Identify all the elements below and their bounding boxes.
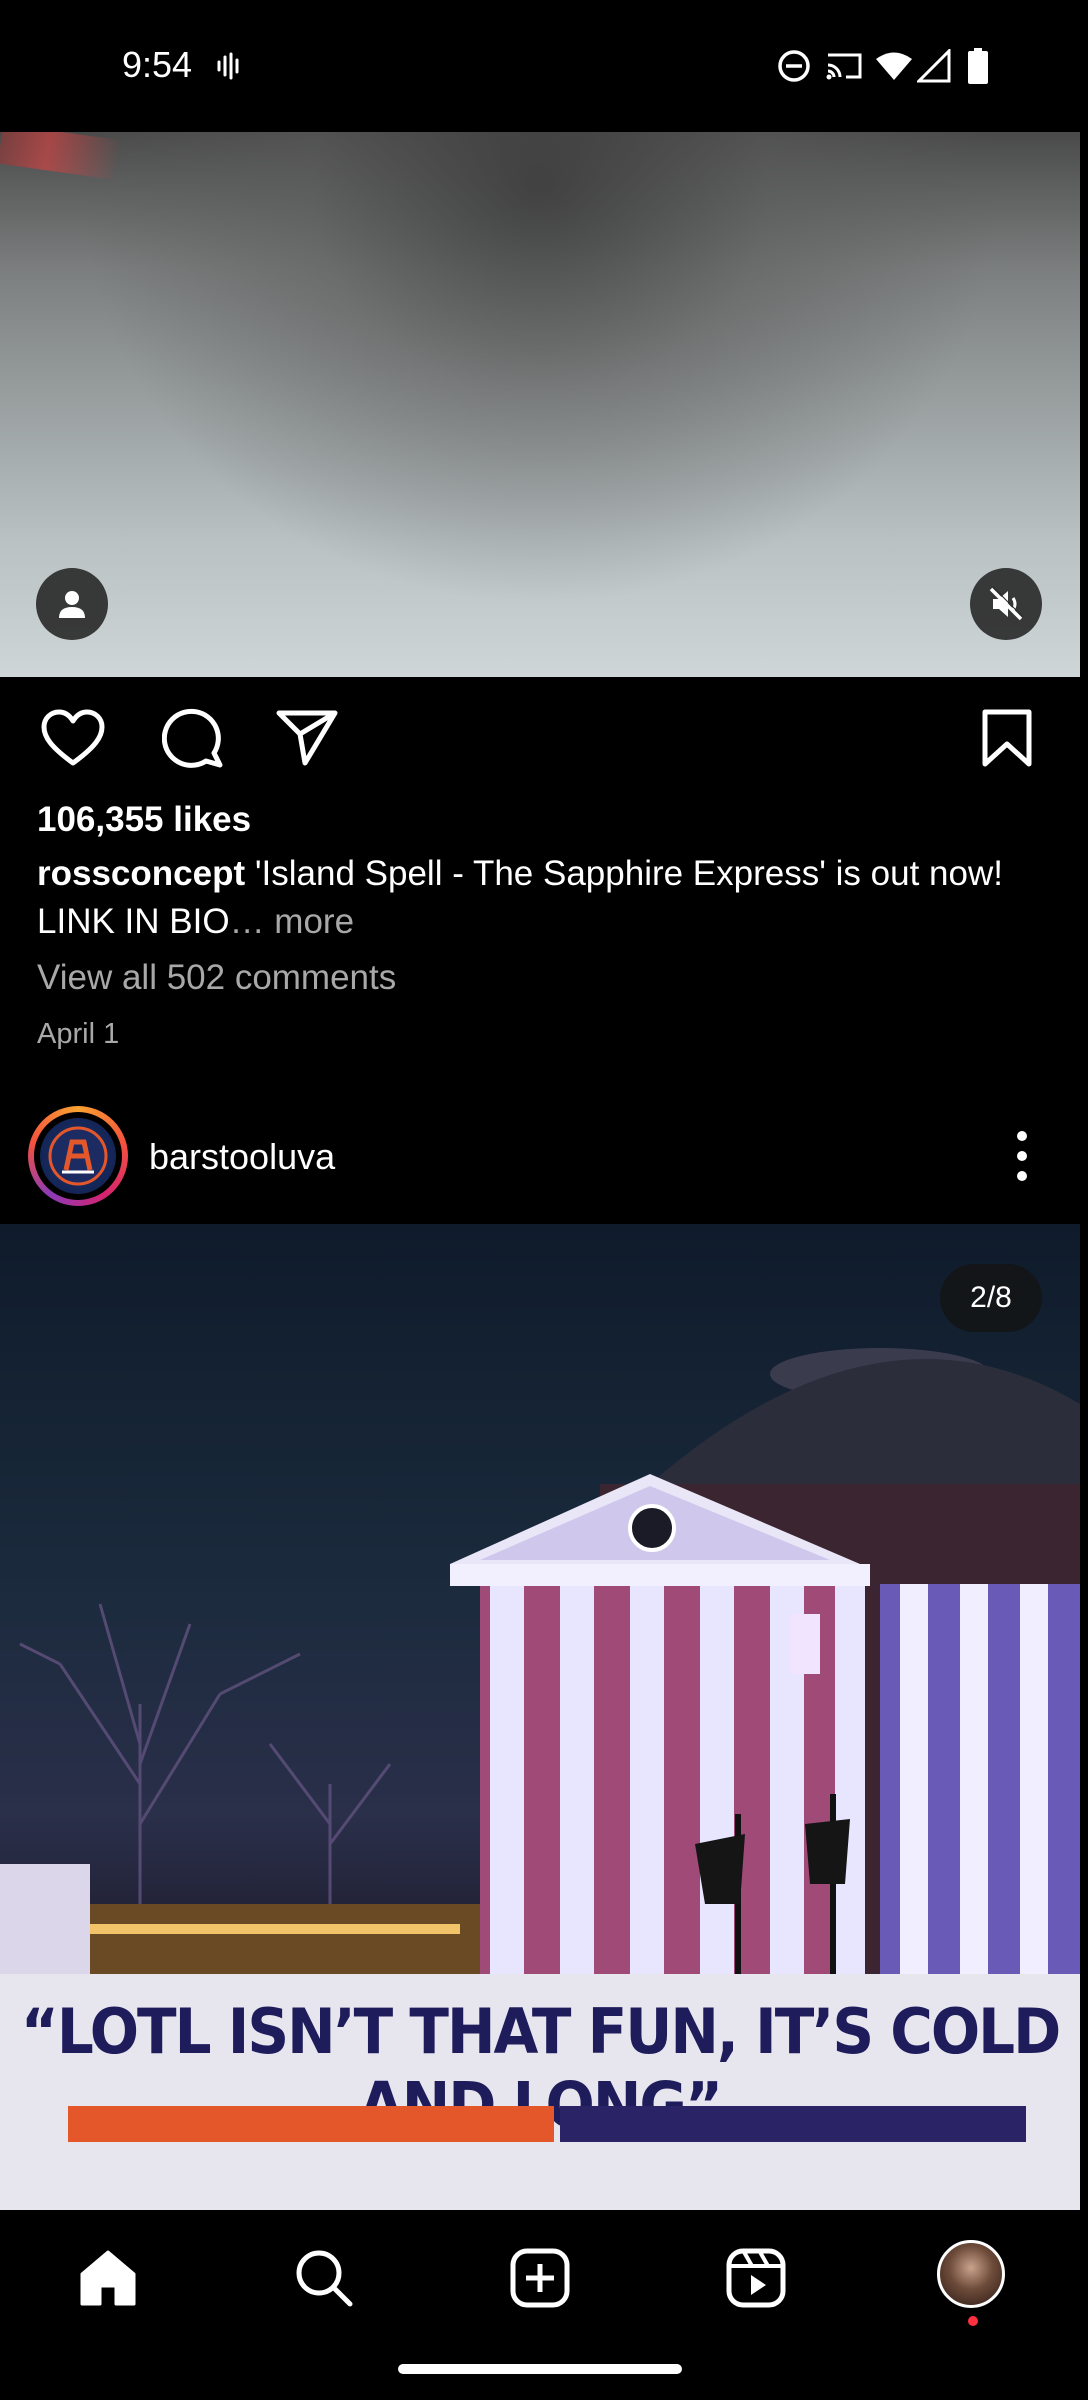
nav-search[interactable] <box>284 2238 364 2318</box>
carousel-counter: 2/8 <box>940 1264 1042 1332</box>
comment-button[interactable] <box>156 702 230 774</box>
poll-bar-orange <box>68 2106 554 2142</box>
paper-plane-icon <box>276 710 338 766</box>
more-options-button[interactable] <box>1006 1126 1038 1186</box>
mute-button[interactable] <box>970 568 1042 640</box>
post-username[interactable]: barstooluva <box>149 1136 335 1178</box>
wifi-icon <box>872 46 916 86</box>
battery-icon <box>964 46 992 86</box>
muted-speaker-icon <box>989 586 1024 621</box>
nav-profile-avatar[interactable] <box>937 2240 1005 2308</box>
person-icon <box>59 591 85 618</box>
post-date: April 1 <box>37 1018 120 1050</box>
vertical-dots-icon <box>1017 1131 1027 1181</box>
home-icon <box>80 2250 136 2306</box>
heart-icon <box>41 709 105 766</box>
share-button[interactable] <box>270 702 344 774</box>
likes-count[interactable]: 106,355 likes <box>37 800 251 840</box>
bookmark-icon <box>982 709 1032 767</box>
comment-bubble-icon <box>162 708 223 768</box>
notification-dot <box>968 2316 978 2326</box>
barstool-logo-avatar[interactable] <box>40 1118 116 1194</box>
tagged-user-button[interactable] <box>36 568 108 640</box>
nav-home[interactable] <box>68 2238 148 2318</box>
cast-icon <box>822 46 866 86</box>
post-video[interactable] <box>0 132 1080 677</box>
plus-square-icon <box>510 2248 570 2308</box>
search-icon <box>296 2250 353 2307</box>
barstool-logo-icon <box>48 1126 108 1186</box>
status-time: 9:54 <box>122 44 193 85</box>
gesture-home-indicator[interactable] <box>398 2364 682 2374</box>
like-button[interactable] <box>36 702 110 774</box>
view-comments-link[interactable]: View all 502 comments <box>37 958 396 998</box>
reels-icon <box>726 2248 786 2308</box>
caption-username[interactable]: rossconcept <box>37 854 245 893</box>
do-not-disturb-icon <box>774 46 814 86</box>
save-button[interactable] <box>972 702 1042 774</box>
nav-reels[interactable] <box>716 2238 796 2318</box>
caption-more-link[interactable]: … more <box>230 902 354 941</box>
cell-signal-icon <box>916 46 952 86</box>
voicemail-wave-icon <box>214 46 244 86</box>
nav-create[interactable] <box>500 2238 580 2318</box>
post-caption[interactable]: rossconcept 'Island Spell - The Sapphire… <box>37 850 1047 946</box>
poll-bar-navy <box>560 2106 1026 2142</box>
